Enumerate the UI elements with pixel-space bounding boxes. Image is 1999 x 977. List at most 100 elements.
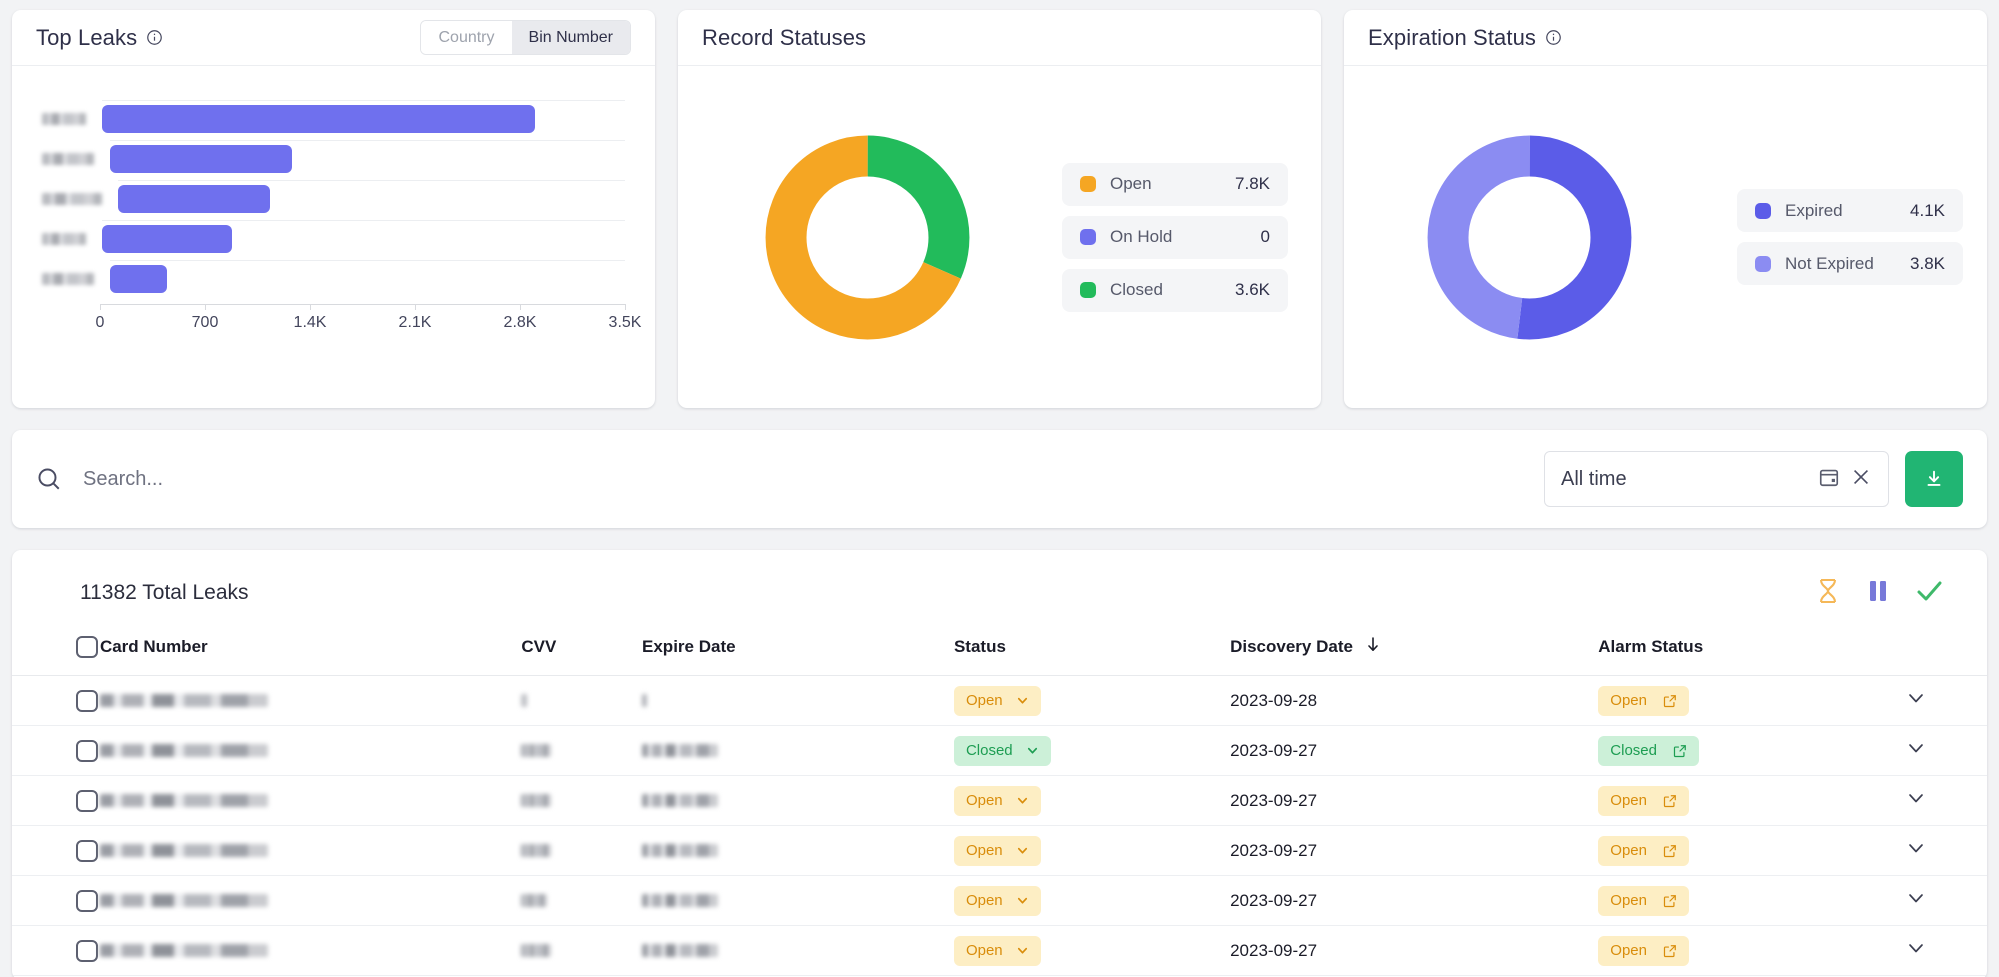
redacted-value <box>642 794 719 807</box>
chevron-down-icon[interactable] <box>1016 794 1029 807</box>
row-select-cell <box>12 825 100 876</box>
column-header-alarm-status[interactable]: Alarm Status <box>1598 636 1906 676</box>
cell-cvv <box>521 875 643 926</box>
legend-item[interactable]: Closed 3.6K <box>1062 268 1288 312</box>
alarm-status-badge[interactable]: Open <box>1598 835 1689 866</box>
search-input[interactable] <box>83 467 1544 491</box>
row-checkbox[interactable] <box>76 739 98 762</box>
alarm-status-badge[interactable]: Open <box>1598 685 1689 716</box>
table-row[interactable]: Open 2023-09-27 Open <box>12 925 1987 976</box>
chevron-down-icon[interactable] <box>1905 744 1927 763</box>
row-checkbox[interactable] <box>76 689 98 712</box>
toggle-bin-number[interactable]: Bin Number <box>511 21 630 54</box>
status-badge[interactable]: Open <box>953 785 1041 816</box>
info-icon[interactable] <box>146 29 163 46</box>
table-row[interactable]: Open 2023-09-28 Open <box>12 675 1987 726</box>
cell-discovery-date: 2023-09-27 <box>1230 775 1599 826</box>
row-checkbox[interactable] <box>76 839 98 862</box>
gridline <box>102 220 625 221</box>
expiration-status-legend: Expired 4.1K Not Expired 3.8K <box>1691 189 1963 285</box>
external-link-icon[interactable] <box>1663 694 1677 708</box>
record-statuses-body: Open 7.8K On Hold 0 Closed 3.6K <box>678 66 1321 408</box>
bar-category-label <box>42 113 86 125</box>
pause-icon[interactable] <box>1867 579 1889 608</box>
legend-item[interactable]: Not Expired 3.8K <box>1737 242 1963 285</box>
cell-discovery-date: 2023-09-27 <box>1230 875 1599 926</box>
hourglass-icon[interactable] <box>1816 578 1840 609</box>
status-badge[interactable]: Open <box>953 685 1041 716</box>
cell-discovery-date: 2023-09-27 <box>1230 925 1599 976</box>
external-link-icon[interactable] <box>1663 844 1677 858</box>
chevron-down-icon[interactable] <box>1026 744 1039 757</box>
legend-item[interactable]: Expired 4.1K <box>1737 189 1963 232</box>
external-link-icon[interactable] <box>1663 894 1677 908</box>
status-badge[interactable]: Closed <box>953 735 1051 766</box>
row-checkbox[interactable] <box>76 939 98 962</box>
top-leaks-chart: 0 700 1.4K 2.1K 2.8K 3.5K <box>12 66 655 408</box>
bar-category-label <box>42 233 86 245</box>
toggle-country[interactable]: Country <box>421 21 512 54</box>
status-badge-label: Open <box>965 692 1003 709</box>
calendar-icon[interactable] <box>1818 466 1840 493</box>
alarm-status-badge[interactable]: Open <box>1598 885 1689 916</box>
row-checkbox[interactable] <box>76 889 98 912</box>
chevron-down-icon[interactable] <box>1905 694 1927 713</box>
bar-fill[interactable] <box>110 145 293 173</box>
redacted-value <box>99 744 268 757</box>
external-link-icon[interactable] <box>1663 944 1677 958</box>
bar-fill[interactable] <box>110 265 168 293</box>
redacted-value <box>642 694 648 707</box>
chevron-down-icon[interactable] <box>1016 694 1029 707</box>
column-header-expire-date[interactable]: Expire Date <box>642 636 954 676</box>
record-statuses-donut <box>702 130 1032 345</box>
chevron-down-icon[interactable] <box>1905 844 1927 863</box>
chevron-down-icon[interactable] <box>1016 944 1029 957</box>
column-header-status[interactable]: Status <box>953 636 1231 676</box>
status-badge[interactable]: Open <box>953 835 1041 866</box>
row-select-cell <box>12 875 100 926</box>
axis-tick <box>415 304 416 310</box>
chevron-down-icon[interactable] <box>1905 894 1927 913</box>
status-badge[interactable]: Open <box>953 935 1041 966</box>
gridline <box>118 180 625 181</box>
chevron-down-icon[interactable] <box>1905 944 1927 963</box>
legend-item[interactable]: Open 7.8K <box>1062 162 1288 206</box>
alarm-status-badge[interactable]: Closed <box>1598 735 1699 766</box>
date-range-filter[interactable]: All time <box>1544 451 1889 507</box>
row-select-cell <box>12 725 100 776</box>
external-link-icon[interactable] <box>1673 744 1687 758</box>
cell-status: Open <box>953 875 1231 926</box>
close-icon[interactable] <box>1850 466 1872 493</box>
chevron-down-icon[interactable] <box>1016 844 1029 857</box>
row-select-cell <box>12 675 100 726</box>
chevron-down-icon[interactable] <box>1016 894 1029 907</box>
external-link-icon[interactable] <box>1663 794 1677 808</box>
redacted-value <box>99 894 268 907</box>
top-leaks-toggle[interactable]: Country Bin Number <box>420 20 631 55</box>
alarm-status-badge[interactable]: Open <box>1598 935 1689 966</box>
column-header-cvv[interactable]: CVV <box>521 636 643 676</box>
column-header-card-number[interactable]: Card Number <box>99 636 522 676</box>
bar-fill[interactable] <box>102 105 536 133</box>
chevron-down-icon[interactable] <box>1905 794 1927 813</box>
alarm-status-badge[interactable]: Open <box>1598 785 1689 816</box>
cell-expand <box>1905 925 1987 976</box>
axis-tick <box>310 304 311 310</box>
info-icon[interactable] <box>1545 29 1562 46</box>
bar-fill[interactable] <box>102 225 232 253</box>
table-row[interactable]: Open 2023-09-27 Open <box>12 825 1987 876</box>
redacted-value <box>99 844 268 857</box>
status-badge[interactable]: Open <box>953 885 1041 916</box>
table-row[interactable]: Open 2023-09-27 Open <box>12 775 1987 826</box>
legend-value: 7.8K <box>1235 174 1270 193</box>
download-button[interactable] <box>1905 451 1963 507</box>
column-header-discovery-date[interactable]: Discovery Date <box>1230 636 1599 676</box>
table-row[interactable]: Open 2023-09-27 Open <box>12 875 1987 926</box>
bar-fill[interactable] <box>118 185 271 213</box>
select-all-checkbox[interactable] <box>76 636 98 658</box>
table-row[interactable]: Closed 2023-09-27 Closed <box>12 725 1987 776</box>
sort-desc-icon[interactable] <box>1366 637 1380 656</box>
legend-item[interactable]: On Hold 0 <box>1062 215 1288 259</box>
check-icon[interactable] <box>1916 579 1943 608</box>
row-checkbox[interactable] <box>76 789 98 812</box>
